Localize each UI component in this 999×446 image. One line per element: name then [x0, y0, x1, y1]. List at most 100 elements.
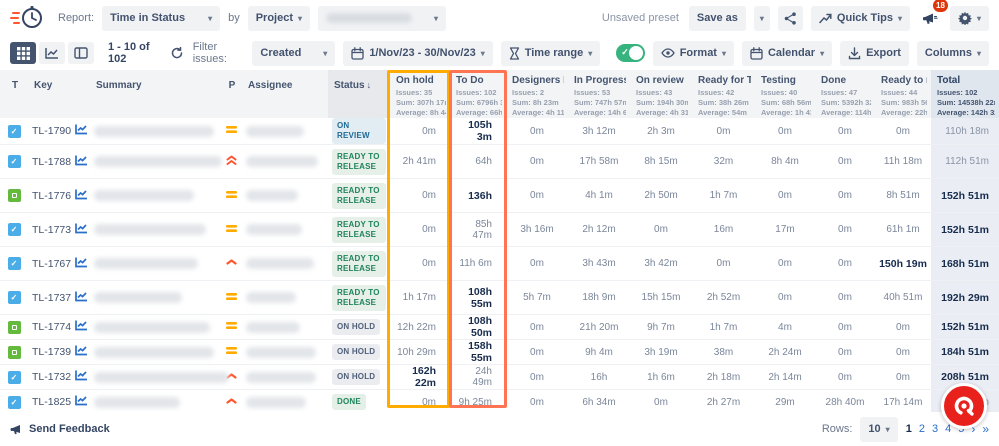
- time-cell: 162h 22m: [390, 365, 450, 390]
- time-cell: 0m: [390, 247, 450, 281]
- columns-button[interactable]: Columns ▾: [917, 41, 989, 66]
- issue-chart-icon[interactable]: [75, 124, 88, 138]
- issue-key[interactable]: TL-1739: [32, 346, 71, 358]
- column-header-ready-for-testing[interactable]: Ready for TestingIssues: 42Sum: 38h 26mA…: [692, 70, 755, 118]
- issue-chart-icon[interactable]: [75, 395, 88, 409]
- save-as-button[interactable]: Save as: [689, 6, 746, 31]
- export-button[interactable]: Export: [840, 41, 909, 66]
- task-type-icon: ✓: [8, 257, 21, 270]
- priority-high-icon: [226, 258, 237, 269]
- board-icon: [74, 47, 88, 59]
- issue-key[interactable]: TL-1825: [32, 396, 71, 408]
- column-header-designers-review[interactable]: Designers ReviewIssues: 2Sum: 8h 23mAver…: [506, 70, 568, 118]
- time-cell: 85h 47m: [450, 213, 506, 247]
- issue-chart-icon[interactable]: [75, 370, 88, 384]
- column-average-stat: Average: 22h 21m: [881, 108, 927, 118]
- time-cell: 4h 1m: [568, 179, 630, 213]
- column-label: Total: [937, 75, 995, 86]
- time-cell: 0m: [506, 118, 568, 145]
- settings-button[interactable]: ▾: [950, 6, 989, 31]
- chevron-down-icon: ▾: [760, 14, 764, 23]
- last-page-button[interactable]: »: [982, 422, 989, 436]
- issue-chart-icon[interactable]: [75, 345, 88, 359]
- issue-key[interactable]: TL-1776: [32, 190, 71, 202]
- column-header-on-hold[interactable]: On holdIssues: 35Sum: 307h 17mAverage: 8…: [390, 70, 450, 118]
- issue-key[interactable]: TL-1737: [32, 292, 71, 304]
- time-cell: 40h 51m: [875, 281, 931, 315]
- preset-status-text: Unsaved preset: [602, 12, 679, 24]
- page-1-current[interactable]: 1: [906, 423, 912, 435]
- column-header-ready-to-release[interactable]: Ready to releaseIssues: 44Sum: 983h 56mA…: [875, 70, 931, 118]
- table-row: TL-1774ON HOLD12h 22m108h 50m0m21h 20m9h…: [0, 315, 999, 340]
- issue-chart-icon[interactable]: [75, 257, 88, 271]
- priority-medium-icon: [226, 126, 237, 137]
- column-issues-stat: Issues: 102: [456, 88, 502, 98]
- format-button[interactable]: Format ▾: [653, 41, 734, 66]
- time-cell: 0m: [755, 281, 815, 315]
- view-board-button[interactable]: [68, 42, 94, 64]
- format-toggle[interactable]: ✓: [616, 44, 644, 62]
- issue-key[interactable]: TL-1774: [32, 321, 71, 333]
- quick-tips-button[interactable]: Quick Tips ▾: [811, 6, 910, 31]
- project-select[interactable]: ▾: [318, 6, 446, 31]
- table-header-row: TKeySummaryPAssigneeStatus↓On holdIssues…: [0, 70, 999, 118]
- issue-chart-icon[interactable]: [75, 223, 88, 237]
- status-badge: DONE: [332, 394, 366, 410]
- time-cell: 0m: [506, 247, 568, 281]
- view-chart-button[interactable]: [39, 42, 65, 64]
- column-average-stat: Average: 1h 43m: [761, 108, 811, 118]
- column-label: On review: [636, 75, 688, 86]
- report-type-select[interactable]: Time in Status ▾: [102, 6, 220, 31]
- share-button[interactable]: [778, 6, 803, 31]
- column-header-status[interactable]: Status↓: [328, 70, 390, 118]
- issue-chart-icon[interactable]: [75, 155, 88, 169]
- summary-blurred: [94, 126, 214, 137]
- calendar-button[interactable]: Calendar ▾: [742, 41, 832, 66]
- page-3-link[interactable]: 3: [932, 423, 938, 435]
- column-header-total[interactable]: TotalIssues: 102Sum: 14538h 22mAverage: …: [931, 70, 999, 118]
- issue-key[interactable]: TL-1773: [32, 224, 71, 236]
- time-cell: 0m: [506, 365, 568, 390]
- task-type-icon: ✓: [8, 396, 21, 409]
- issue-key[interactable]: TL-1732: [32, 371, 71, 383]
- time-cell: 0m: [815, 213, 875, 247]
- time-cell: 0m: [630, 213, 692, 247]
- filter-field-select[interactable]: Created ▾: [252, 41, 335, 66]
- column-header-to-do[interactable]: To DoIssues: 102Sum: 6796h 31mAverage: 6…: [450, 70, 506, 118]
- chevron-down-icon: ▾: [722, 49, 726, 58]
- refresh-button[interactable]: [169, 41, 185, 66]
- time-cell: 21h 20m: [568, 315, 630, 340]
- issue-chart-icon[interactable]: [75, 320, 88, 334]
- save-as-dropdown-button[interactable]: ▾: [754, 6, 770, 31]
- issue-key[interactable]: TL-1767: [32, 258, 71, 270]
- send-feedback-button[interactable]: Send Feedback: [10, 423, 110, 436]
- view-table-button[interactable]: [10, 42, 36, 64]
- issue-chart-icon[interactable]: [75, 291, 88, 305]
- column-average-stat: Average: 4h 31m: [636, 108, 688, 118]
- column-header-in-progress[interactable]: In ProgressIssues: 53Sum: 747h 57mAverag…: [568, 70, 630, 118]
- notifications-button[interactable]: 18: [918, 6, 942, 31]
- filter-issues-label: Filter issues:: [193, 41, 245, 65]
- column-header-on-review[interactable]: On reviewIssues: 43Sum: 194h 30mAverage:…: [630, 70, 692, 118]
- rows-per-page-select[interactable]: 10 ▾: [860, 417, 897, 442]
- date-range-button[interactable]: 1/Nov/23 - 30/Nov/23 ▾: [343, 41, 492, 66]
- priority-medium-icon: [226, 191, 237, 202]
- notification-count-badge: 18: [933, 0, 948, 12]
- status-badge: ON HOLD: [332, 319, 380, 335]
- issue-chart-icon[interactable]: [75, 189, 88, 203]
- issue-key[interactable]: TL-1788: [32, 156, 71, 168]
- time-cell: 1h 17m: [390, 281, 450, 315]
- table-row: TL-1776READY TO RELEASE0m136h0m4h 1m2h 5…: [0, 179, 999, 213]
- column-sum-stat: Sum: 6796h 31m: [456, 98, 502, 108]
- group-by-select[interactable]: Project ▾: [248, 6, 310, 31]
- column-header-testing[interactable]: TestingIssues: 40Sum: 68h 56mAverage: 1h…: [755, 70, 815, 118]
- export-label: Export: [866, 47, 901, 59]
- status-badge: ON HOLD: [332, 369, 380, 385]
- issue-key[interactable]: TL-1790: [32, 125, 71, 137]
- time-range-button[interactable]: Time range ▾: [501, 41, 601, 66]
- page-2-link[interactable]: 2: [919, 423, 925, 435]
- megaphone-icon: [922, 11, 938, 26]
- help-widget-button[interactable]: [941, 383, 987, 429]
- column-label: Ready to release: [881, 75, 927, 86]
- column-header-done[interactable]: DoneIssues: 47Sum: 5392h 32mAverage: 114…: [815, 70, 875, 118]
